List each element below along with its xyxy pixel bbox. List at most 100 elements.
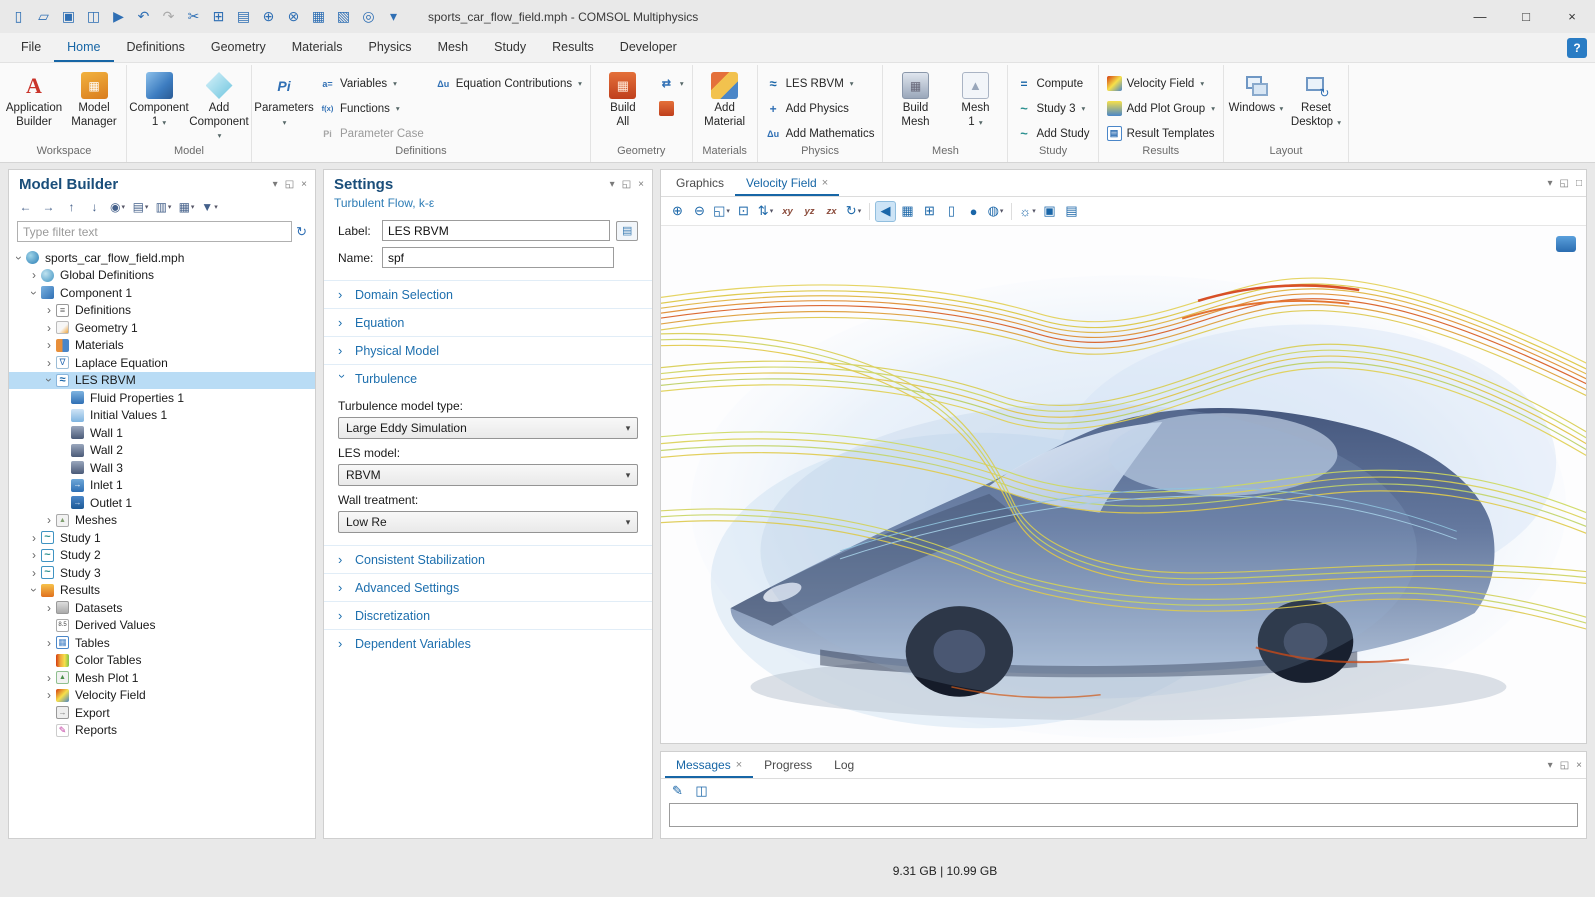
customize-quick-access-icon[interactable]: ▾ (381, 5, 406, 29)
variables-button[interactable]: Variables▾ (315, 72, 429, 95)
messages-tab[interactable]: Log (823, 752, 865, 778)
undo-icon[interactable]: ↶ (131, 5, 156, 29)
cut-icon[interactable]: ✂ (181, 5, 206, 29)
tree-expander-icon[interactable]: › (43, 338, 55, 352)
lock-icon[interactable]: ●▾ (963, 201, 984, 222)
tree-item[interactable]: ›Materials (9, 337, 315, 355)
default-view-icon[interactable]: ⇅▾ (755, 201, 776, 222)
application-builder-button[interactable]: Application Builder (5, 67, 63, 131)
float-panel-icon[interactable]: ◱ (285, 179, 294, 190)
tree-expander-icon[interactable]: › (27, 584, 41, 596)
menu-item[interactable]: Geometry (198, 33, 279, 62)
move-up-icon[interactable]: ↑▾ (61, 196, 82, 217)
tree-expander-icon[interactable]: › (43, 321, 55, 335)
add-component-button[interactable]: AddComponent ▾ (190, 67, 248, 145)
close-button[interactable]: × (1549, 0, 1595, 33)
tree-item[interactable]: ›LES RBVM (9, 372, 315, 390)
menu-item[interactable]: Developer (607, 33, 690, 62)
windows-button[interactable]: Windows ▾ (1227, 67, 1285, 118)
panel-menu-icon[interactable]: ▾ (1547, 178, 1552, 189)
graphics-tab[interactable]: Graphics (665, 170, 735, 196)
zoom-in-icon[interactable]: ⊕▾ (667, 201, 688, 222)
physics-interface-selector[interactable]: LES RBVM▾ (761, 72, 880, 95)
tree-item[interactable]: ›Results (9, 582, 315, 600)
view-zx-icon[interactable]: zx▾ (821, 201, 842, 222)
compute-button[interactable]: Compute (1011, 72, 1094, 95)
add-study-button[interactable]: Add Study (1011, 122, 1094, 145)
wall-treatment-select[interactable]: Low Re ▾ (338, 511, 638, 533)
messages-tab[interactable]: Progress (753, 752, 823, 778)
add-physics-button[interactable]: Add Physics (761, 97, 880, 120)
tree-expander-icon[interactable]: › (28, 548, 40, 562)
section-equation[interactable]: ›Equation (324, 308, 652, 336)
paste-icon[interactable]: ▤ (231, 5, 256, 29)
clear-log-icon[interactable]: ✎▾ (667, 780, 688, 801)
tree-item[interactable]: ›Datasets (9, 599, 315, 617)
redo-icon[interactable]: ↷ (156, 5, 181, 29)
scene-rotation-icon[interactable]: ↻▾ (843, 201, 864, 222)
messages-input[interactable] (669, 803, 1578, 827)
delete-icon[interactable]: ⊗ (281, 5, 306, 29)
tree-item[interactable]: Inlet 1 (9, 477, 315, 495)
graphics-context-button[interactable] (1556, 236, 1576, 252)
close-tab-icon[interactable]: × (822, 177, 828, 189)
print-icon[interactable]: ▤▾ (1061, 201, 1082, 222)
tree-expander-icon[interactable]: › (43, 303, 55, 317)
tree-expander-icon[interactable]: › (43, 636, 55, 650)
velocity-field-button[interactable]: Velocity Field▾ (1102, 72, 1220, 95)
menu-item[interactable]: Physics (355, 33, 424, 62)
result-templates-button[interactable]: Result Templates (1102, 122, 1220, 145)
duplicate-icon[interactable]: ⊕ (256, 5, 281, 29)
tree-item[interactable]: ›Definitions (9, 302, 315, 320)
tree-item[interactable]: Derived Values (9, 617, 315, 635)
tree-expander-icon[interactable]: › (27, 287, 41, 299)
move-down-icon[interactable]: ↓▾ (84, 196, 105, 217)
snapshot-icon[interactable]: ▧ (331, 5, 356, 29)
tree-item[interactable]: Color Tables (9, 652, 315, 670)
parameter-case-button[interactable]: Parameter Case (315, 122, 429, 145)
label-input[interactable] (382, 220, 610, 241)
tree-item[interactable]: ›Meshes (9, 512, 315, 530)
section-turbulence[interactable]: ›Turbulence (324, 364, 652, 392)
maximize-button[interactable]: □ (1503, 0, 1549, 33)
maximize-panel-icon[interactable]: □ (1576, 178, 1582, 189)
geometry-insert-button[interactable] (654, 97, 689, 120)
reset-desktop-button[interactable]: ResetDesktop ▾ (1287, 67, 1345, 131)
section-domain-selection[interactable]: ›Domain Selection (324, 280, 652, 308)
tree-item[interactable]: ›Global Definitions (9, 267, 315, 285)
menu-item[interactable]: Mesh (425, 33, 482, 62)
float-panel-icon[interactable]: ◱ (622, 179, 631, 190)
new-file-icon[interactable]: ▯ (6, 5, 31, 29)
turbulence-model-type-select[interactable]: Large Eddy Simulation ▾ (338, 417, 638, 439)
scene-light-icon[interactable]: ☼▾ (1017, 201, 1038, 222)
tree-item[interactable]: Outlet 1 (9, 494, 315, 512)
panel-menu-icon[interactable]: ▾ (610, 179, 615, 190)
clipboard-icon[interactable]: ▯▾ (941, 201, 962, 222)
tree-item[interactable]: Reports (9, 722, 315, 740)
functions-button[interactable]: Functions▾ (315, 97, 429, 120)
sound-icon[interactable]: ◀▾ (875, 201, 896, 222)
tree-expander-icon[interactable]: › (43, 688, 55, 702)
section-dependent-variables[interactable]: ›Dependent Variables (324, 629, 652, 657)
tree-item[interactable]: Wall 2 (9, 442, 315, 460)
add-material-button[interactable]: AddMaterial (696, 67, 754, 131)
help-button[interactable]: ? (1567, 38, 1587, 58)
parameters-button[interactable]: Parameters ▾ (255, 67, 313, 131)
tree-expander-icon[interactable]: › (28, 268, 40, 282)
les-model-select[interactable]: RBVM ▾ (338, 464, 638, 486)
component-1-button[interactable]: Component1 ▾ (130, 67, 188, 131)
tree-item[interactable]: Wall 3 (9, 459, 315, 477)
show-options-icon[interactable]: ◉▾ (107, 196, 128, 217)
tree-item[interactable]: ›Study 3 (9, 564, 315, 582)
close-panel-icon[interactable]: × (1576, 760, 1582, 771)
float-panel-icon[interactable]: ◱ (1560, 178, 1569, 189)
build-mesh-button[interactable]: BuildMesh (886, 67, 944, 131)
tree-item[interactable]: ›Study 2 (9, 547, 315, 565)
refresh-icon[interactable]: ↻ (296, 224, 307, 240)
section-consistent-stabilization[interactable]: ›Consistent Stabilization (324, 545, 652, 573)
tree-expander-icon[interactable]: › (43, 513, 55, 527)
copy-icon[interactable]: ⊞ (206, 5, 231, 29)
tree-item[interactable]: ›Laplace Equation (9, 354, 315, 372)
minimize-button[interactable]: — (1457, 0, 1503, 33)
mesh-1-button[interactable]: Mesh1 ▾ (946, 67, 1004, 131)
